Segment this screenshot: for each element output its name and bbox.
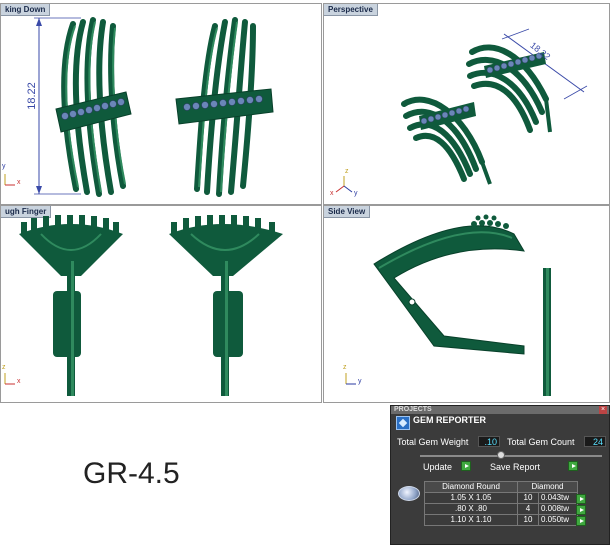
gem-size: 1.10 X 1.10 bbox=[424, 514, 518, 526]
table-row: 1.10 X 1.10 10 0.050tw bbox=[424, 514, 578, 526]
update-button[interactable] bbox=[461, 461, 471, 471]
axis-x-label: x bbox=[17, 179, 21, 186]
table-row: 1.05 X 1.05 10 0.043tw bbox=[424, 492, 578, 504]
save-report-button[interactable] bbox=[568, 461, 578, 471]
total-gem-weight-field[interactable]: .10 bbox=[478, 436, 500, 447]
axis-y-label: y bbox=[2, 163, 6, 170]
viewport-looking-down[interactable]: king Down 18.22 y x bbox=[0, 3, 322, 205]
update-label: Update bbox=[423, 462, 453, 472]
viewport-side-view[interactable]: Side View z y bbox=[323, 205, 610, 403]
axis-x-label: x bbox=[330, 190, 334, 197]
axis-y-label: y bbox=[354, 190, 358, 197]
panel-title: GEM REPORTER bbox=[413, 415, 487, 425]
row-select-button[interactable] bbox=[576, 516, 586, 526]
total-gem-count-field[interactable]: 24 bbox=[584, 436, 606, 447]
close-icon[interactable]: × bbox=[599, 406, 607, 414]
axis-z-label: z bbox=[345, 168, 349, 175]
row-select-button[interactable] bbox=[576, 494, 586, 504]
gem-weight: 0.008tw bbox=[538, 503, 578, 515]
viewport-through-finger[interactable]: ugh Finger z x bbox=[0, 205, 322, 403]
panel-top-bar: PROJECTS bbox=[391, 406, 609, 414]
table-header-stone: Diamond bbox=[517, 481, 578, 493]
viewport-perspective[interactable]: Perspective 18.22 z x y bbox=[323, 3, 610, 205]
earring-top-view bbox=[4, 17, 274, 197]
slider-thumb[interactable] bbox=[497, 451, 505, 459]
gem-count: 10 bbox=[517, 514, 539, 526]
axis-y-label: y bbox=[358, 378, 362, 385]
gem-table: Diamond Round Diamond 1.05 X 1.05 10 0.0… bbox=[424, 481, 578, 526]
earring-side-view bbox=[345, 214, 551, 396]
gem-count: 10 bbox=[517, 492, 539, 504]
gem-count: 4 bbox=[517, 503, 539, 515]
slider-track[interactable] bbox=[420, 455, 602, 457]
table-row: .80 X .80 4 0.008tw bbox=[424, 503, 578, 515]
table-header-shape: Diamond Round bbox=[424, 481, 518, 493]
axis-z-label: z bbox=[343, 364, 347, 371]
save-report-label: Save Report bbox=[490, 462, 541, 472]
total-gem-count-label: Total Gem Count bbox=[507, 437, 575, 447]
axis-x-label: x bbox=[17, 378, 21, 385]
axis-z-label: z bbox=[2, 364, 6, 371]
row-select-button[interactable] bbox=[576, 505, 586, 515]
dimension-label: 18.22 bbox=[25, 82, 38, 110]
gem-size: 1.05 X 1.05 bbox=[424, 492, 518, 504]
earring-front-view bbox=[4, 215, 283, 396]
diamond-round-icon bbox=[398, 486, 420, 501]
model-label: GR-4.5 bbox=[83, 457, 180, 490]
gem-size: .80 X .80 bbox=[424, 503, 518, 515]
gem-weight: 0.043tw bbox=[538, 492, 578, 504]
total-gem-weight-label: Total Gem Weight bbox=[397, 437, 469, 447]
earring-perspective-view bbox=[335, 28, 588, 193]
gem-weight: 0.050tw bbox=[538, 514, 578, 526]
gem-reporter-icon bbox=[396, 416, 410, 430]
